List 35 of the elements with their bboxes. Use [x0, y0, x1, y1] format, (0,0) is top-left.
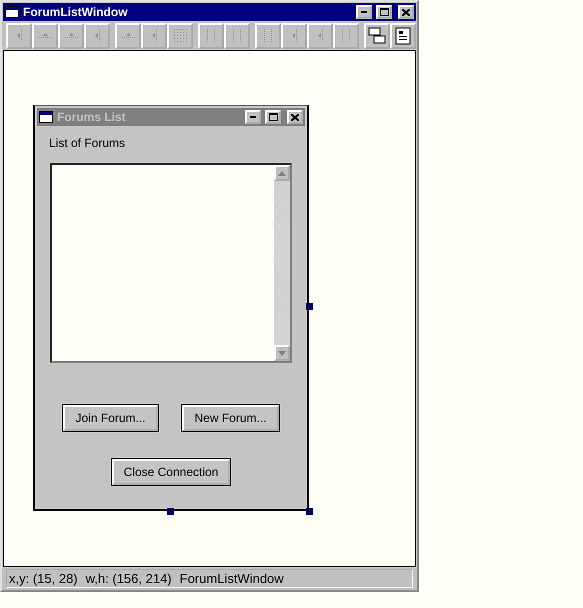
close-icon — [291, 114, 299, 120]
toolbar-button[interactable] — [390, 22, 416, 48]
scroll-up-button[interactable] — [274, 165, 290, 181]
form-button[interactable]: New Forum... — [182, 405, 278, 431]
scrollbar[interactable] — [274, 165, 290, 361]
up-arrow-icon — [278, 170, 286, 176]
down-arrow-icon — [278, 350, 286, 356]
list-label: List of Forums — [49, 136, 126, 150]
window-title: Forums List — [57, 110, 127, 124]
maximize-icon — [268, 113, 278, 121]
size-text: w,h: (156, 214) — [86, 570, 172, 586]
window-icon — [39, 111, 53, 123]
form-icon — [393, 26, 413, 46]
position-text: x,y: (15, 28) — [9, 570, 78, 586]
close-button[interactable] — [287, 110, 303, 124]
list-box[interactable] — [50, 163, 292, 363]
minimize-button[interactable] — [245, 110, 261, 124]
toolbar-button[interactable] — [364, 22, 390, 48]
minimize-icon — [250, 116, 256, 118]
close-icon — [402, 8, 410, 16]
resize-handle[interactable] — [167, 508, 174, 515]
resize-handle[interactable] — [306, 508, 313, 515]
overlap-icon — [367, 26, 387, 46]
maximize-button[interactable] — [376, 5, 392, 19]
scroll-down-button[interactable] — [274, 345, 290, 361]
minimize-button[interactable] — [356, 5, 372, 19]
resize-handle[interactable] — [306, 303, 313, 310]
close-button[interactable] — [398, 5, 414, 19]
close-connection-button[interactable]: Close Connection — [112, 459, 230, 485]
window-title: ForumListWindow — [23, 5, 129, 19]
form-button[interactable]: Join Forum... — [63, 405, 158, 431]
maximize-icon — [380, 8, 388, 16]
component-name: ForumListWindow — [180, 570, 284, 586]
minimize-icon — [361, 11, 367, 13]
maximize-button[interactable] — [265, 110, 281, 124]
